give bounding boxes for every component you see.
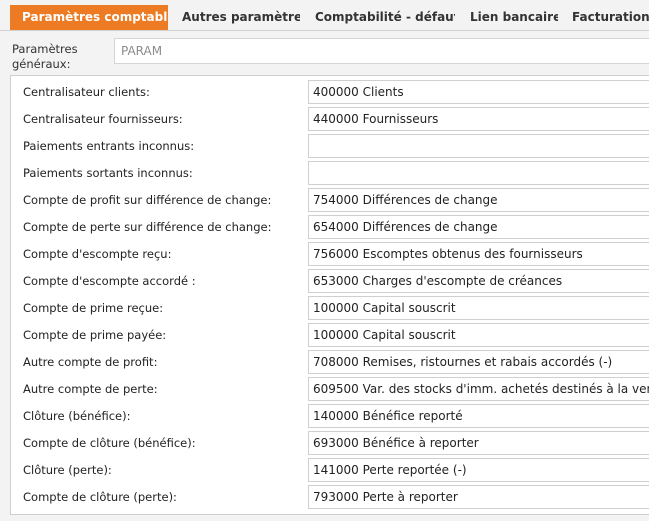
account-field[interactable]: 400000 Clients [308,80,649,104]
tab-bar: Paramètres comptables Autres paramètres … [0,0,649,31]
row-label: Clôture (perte): [23,463,112,477]
row-label: Compte de clôture (perte): [23,490,177,504]
tab-parametres-comptables[interactable]: Paramètres comptables [10,5,168,30]
account-field[interactable] [308,134,649,158]
row-label: Autre compte de perte: [23,382,158,396]
tab-comptabilite-defauts[interactable]: Comptabilité - défauts [303,5,455,30]
general-params-field[interactable]: PARAM [114,38,649,64]
row-label: Centralisateur clients: [23,85,150,99]
row-label: Compte de prime reçue: [23,301,164,315]
tab-facturation[interactable]: Facturation, ra [560,5,649,30]
account-field[interactable]: 654000 Différences de change [308,215,649,239]
account-field[interactable]: 609500 Var. des stocks d'imm. achetés de… [308,377,649,401]
account-field[interactable]: 756000 Escomptes obtenus des fournisseur… [308,242,649,266]
account-field[interactable]: 440000 Fournisseurs [308,107,649,131]
account-field[interactable]: 100000 Capital souscrit [308,296,649,320]
account-field[interactable]: 793000 Perte à reporter [308,485,649,509]
account-field[interactable]: 140000 Bénéfice reporté [308,404,649,428]
row-label: Compte de profit sur différence de chang… [23,193,272,207]
account-field[interactable]: 708000 Remises, ristournes et rabais acc… [308,350,649,374]
tab-autres-parametres[interactable]: Autres paramètres [170,5,300,30]
account-field[interactable]: 693000 Bénéfice à reporter [308,431,649,455]
tab-lien-bancaire[interactable]: Lien bancaire [458,5,558,30]
row-label: Paiements entrants inconnus: [23,139,195,153]
row-label: Compte d'escompte accordé : [23,274,196,288]
row-label: Compte de clôture (bénéfice): [23,436,196,450]
row-label: Centralisateur fournisseurs: [23,112,183,126]
account-field[interactable]: 100000 Capital souscrit [308,323,649,347]
account-field[interactable] [308,161,649,185]
row-label: Paiements sortants inconnus: [23,166,193,180]
account-field[interactable]: 653000 Charges d'escompte de créances [308,269,649,293]
general-params-label: Paramètres généraux: [12,42,78,71]
row-label: Clôture (bénéfice): [23,409,131,423]
account-field[interactable]: 141000 Perte reportée (-) [308,458,649,482]
account-field[interactable]: 754000 Différences de change [308,188,649,212]
row-label: Compte d'escompte reçu: [23,247,172,261]
row-label: Compte de perte sur différence de change… [23,220,272,234]
row-label: Autre compte de profit: [23,355,158,369]
row-label: Compte de prime payée: [23,328,167,342]
